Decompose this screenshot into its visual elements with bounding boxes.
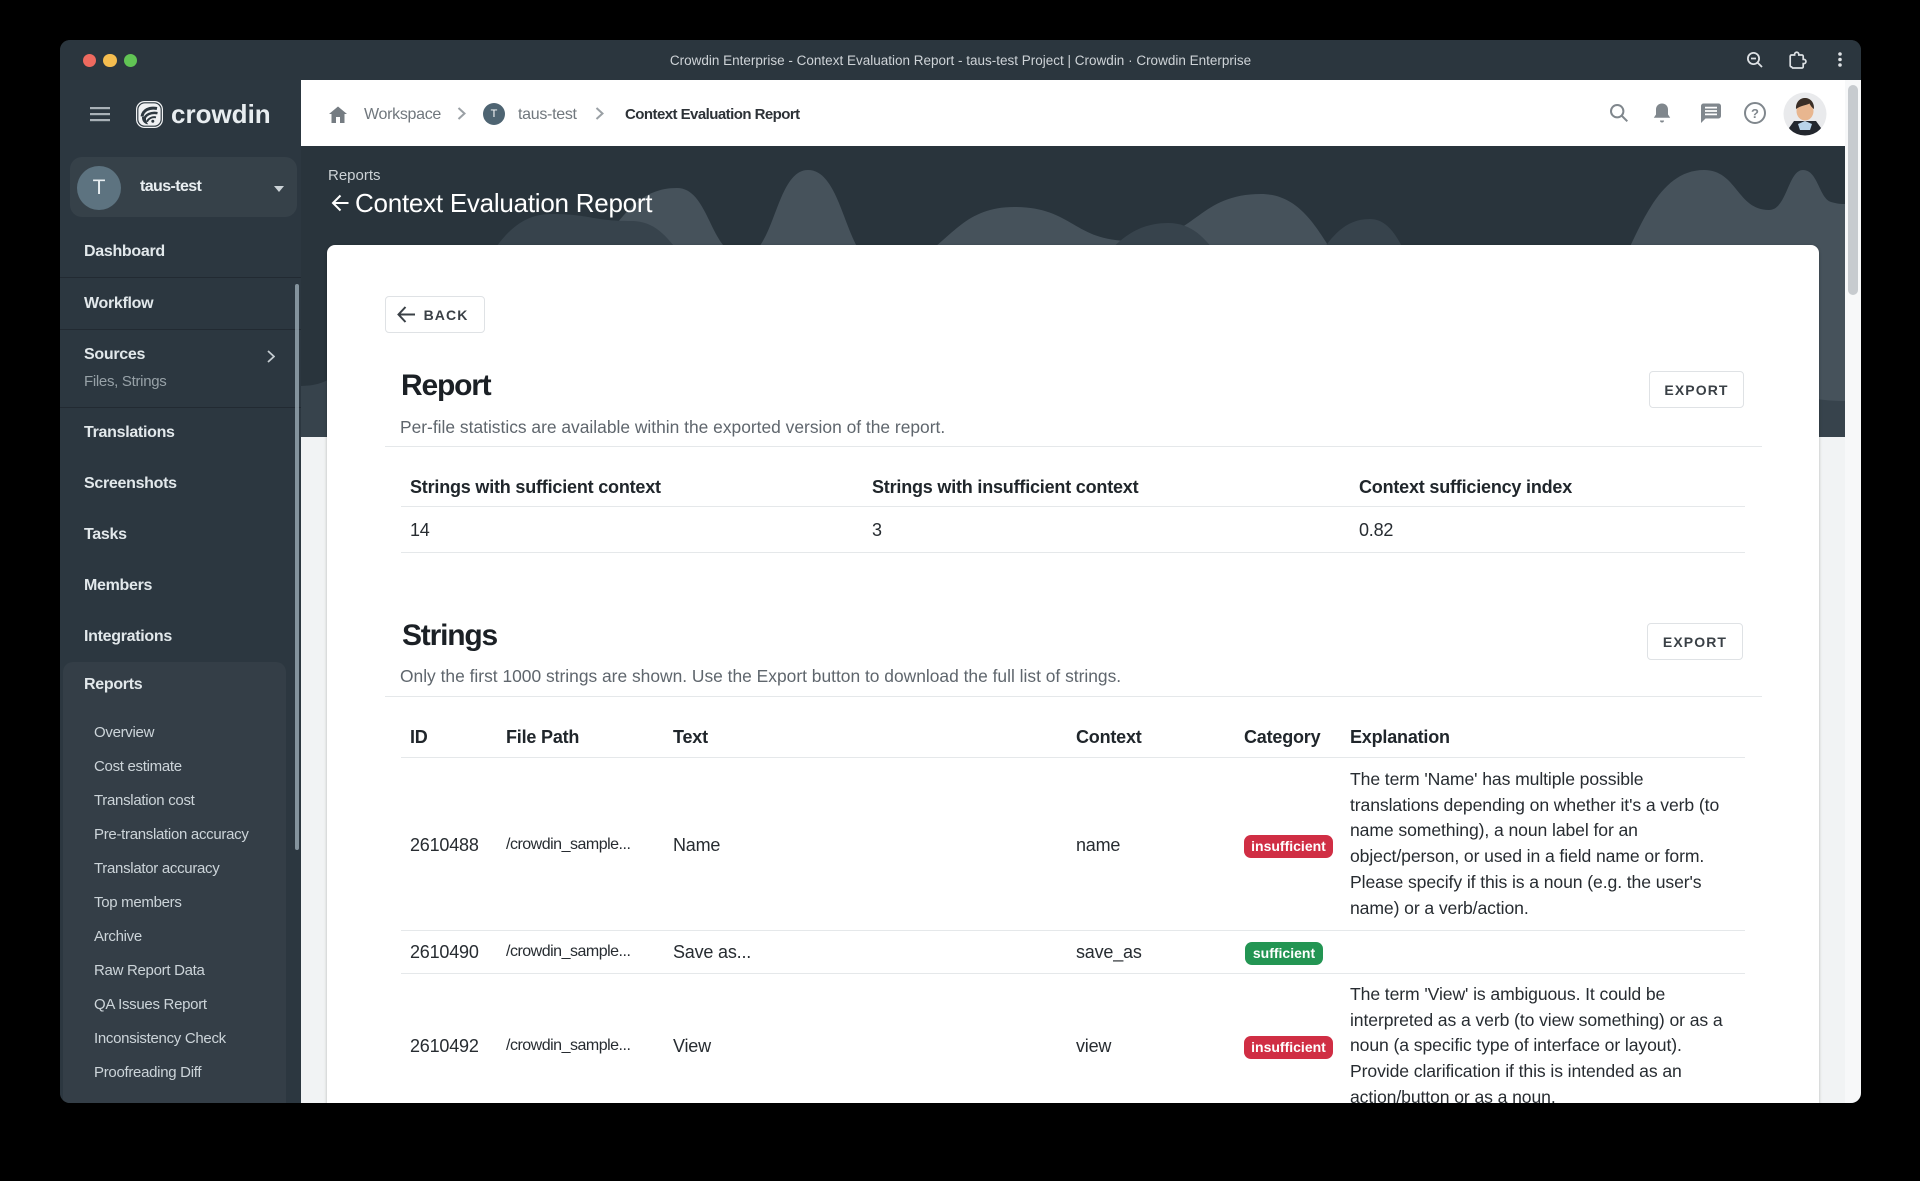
svg-text:?: ?: [1751, 106, 1759, 121]
